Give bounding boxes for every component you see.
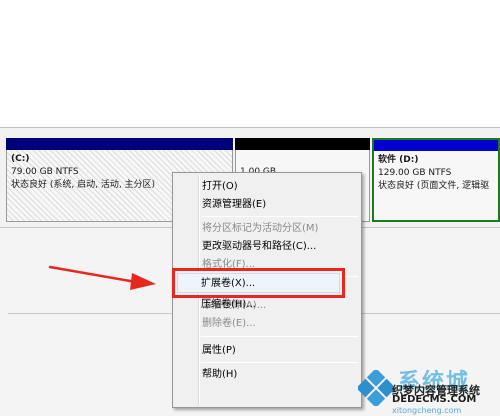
- menu-item-explorer[interactable]: 资源管理器(E): [202, 196, 266, 214]
- menu-item-change-letter[interactable]: 更改驱动器号和路径(C)...: [202, 238, 316, 256]
- annotation-arrow-icon: [48, 265, 156, 290]
- menu-separator: [201, 216, 358, 217]
- menu-item-open[interactable]: 打开(O): [202, 178, 238, 196]
- menu-item-mark-active[interactable]: 将分区标记为活动分区(M): [202, 220, 318, 238]
- watermark-line3: xitongcheng.com: [392, 406, 462, 415]
- partition-d-size: 129.00 GB NTFS: [378, 168, 452, 178]
- watermark: 系统城 织梦内容管理系统 DEDECMS.COM xitongcheng.com: [352, 362, 500, 416]
- partition-e-bar: [235, 138, 370, 150]
- menu-item-delete-volume[interactable]: 删除卷(E)...: [202, 315, 256, 333]
- partition-c-name: (C:): [11, 154, 30, 164]
- partition-d[interactable]: 软件 (D:) 129.00 GB NTFS 状态良好 (页面文件, 逻辑驱: [372, 138, 500, 222]
- menu-separator: [201, 336, 358, 337]
- partition-c-bar: [6, 138, 233, 150]
- menu-item-shrink-volume[interactable]: 压缩卷(H)...: [201, 296, 256, 314]
- highlight-box: [172, 268, 345, 298]
- partition-d-status: 状态良好 (页面文件, 逻辑驱: [378, 181, 490, 191]
- menu-item-properties[interactable]: 属性(P): [202, 342, 236, 360]
- watermark-line2: DEDECMS.COM: [392, 394, 477, 405]
- menu-item-extend-volume[interactable]: 扩展卷(X)...: [201, 275, 255, 293]
- partition-d-bar: [374, 140, 498, 151]
- windows-logo-icon: [358, 370, 394, 406]
- partition-d-body[interactable]: 软件 (D:) 129.00 GB NTFS 状态良好 (页面文件, 逻辑驱: [374, 151, 498, 220]
- menu-item-help[interactable]: 帮助(H): [202, 366, 237, 384]
- empty-top-area: [0, 0, 500, 127]
- partition-d-name: 软件 (D:): [378, 155, 419, 165]
- menu-separator: [201, 362, 358, 363]
